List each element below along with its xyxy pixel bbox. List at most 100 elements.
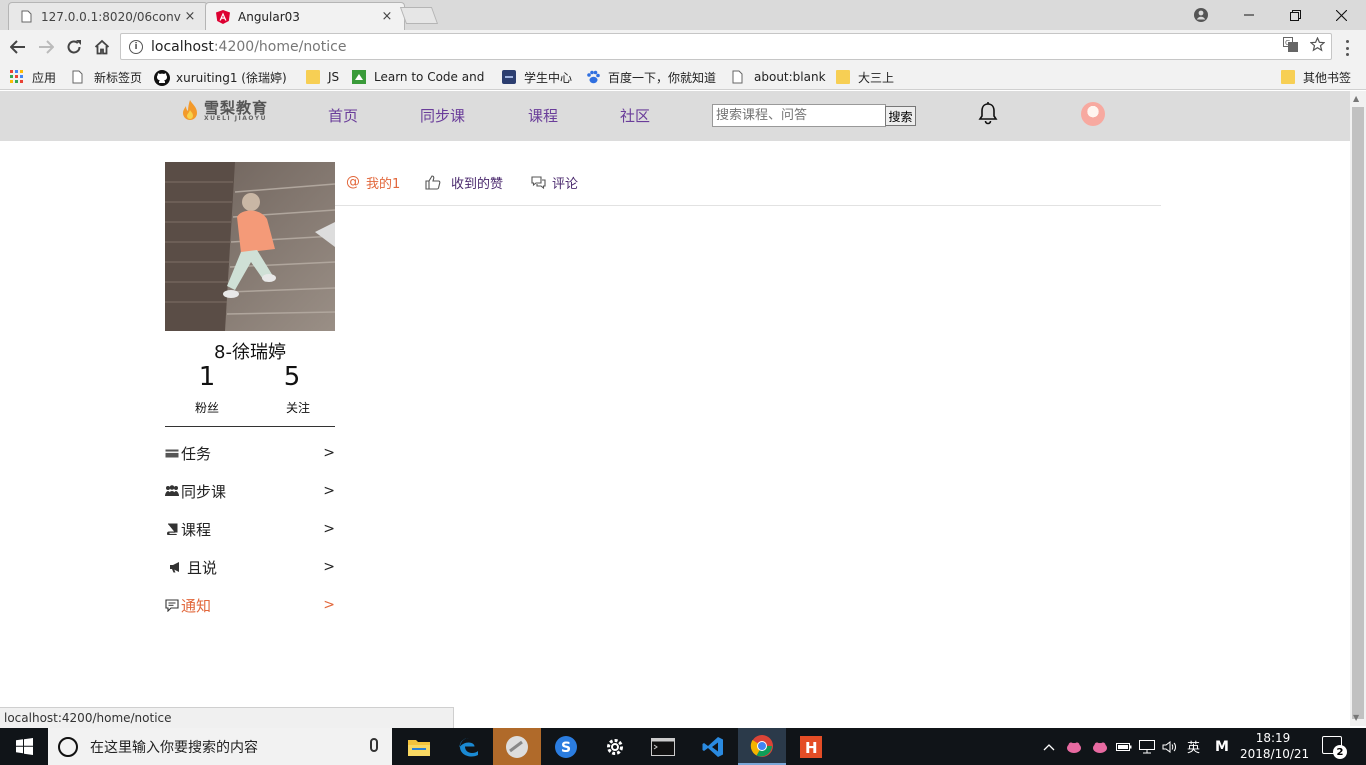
notification-count: 2 [1333,745,1347,759]
user-avatar[interactable] [1081,102,1105,126]
edge-icon[interactable] [445,728,493,765]
close-window-icon[interactable] [1318,0,1364,30]
url-host: localhost [151,38,214,55]
tabs-underline [335,205,1161,206]
bookmark-newtab[interactable]: 新标签页 [72,68,142,86]
ime-mode[interactable]: M [1215,728,1229,765]
hbuilder-icon[interactable]: H [787,728,835,765]
bookmark-baidu[interactable]: 百度一下，你就知道 [586,68,716,86]
terminal-icon[interactable] [639,728,687,765]
bookmark-star-icon[interactable] [1309,36,1326,56]
chrome-menu-icon[interactable] [1340,40,1354,56]
eclipse-icon[interactable] [493,728,541,765]
bookmark-label: 大三上 [858,70,895,85]
scrollbar-thumb[interactable] [1352,107,1364,719]
apps-grid-icon [10,70,24,84]
bookmark-dasanshang[interactable]: 大三上 [836,68,894,86]
freecodecamp-icon [352,70,366,84]
bookmark-apps[interactable]: 应用 [10,68,56,86]
close-tab-icon[interactable]: × [380,9,394,24]
browser-tab-1[interactable]: 127.0.0.1:8020/06conv × [8,2,208,30]
reload-icon[interactable] [62,35,86,59]
bell-icon[interactable] [977,102,999,126]
home-icon[interactable] [90,35,114,59]
sidebar-item-label: 且说 [187,558,218,577]
settings-gear-icon[interactable] [591,728,639,765]
page-scrollbar[interactable]: ▲ ▼ [1350,91,1366,726]
vscode-icon[interactable] [689,728,737,765]
student-icon [502,70,516,84]
nav-courses[interactable]: 课程 [528,105,558,126]
sidebar-item-courses[interactable]: 课程 > [165,517,335,541]
bookmark-freecodecamp[interactable]: Learn to Code and [352,68,484,86]
profile-icon[interactable] [1178,0,1224,30]
action-center-icon[interactable]: 2 [1322,736,1347,759]
bookmark-other[interactable]: 其他书签 [1281,68,1351,86]
restore-icon[interactable] [1272,0,1318,30]
nav-sync-course[interactable]: 同步课 [420,105,465,126]
scroll-down-icon[interactable]: ▼ [1353,713,1359,722]
bookmark-js[interactable]: JS [306,68,339,86]
back-icon[interactable] [6,35,30,59]
chevron-right-icon: > [323,521,335,537]
bookmark-github[interactable]: xuruiting1 (徐瑞婷) [154,68,289,86]
bookmark-label: JS [328,70,340,84]
tab-received-likes[interactable]: 收到的赞 [425,172,503,192]
minimize-icon[interactable] [1226,0,1272,30]
scroll-up-icon[interactable]: ▲ [1353,94,1359,103]
tab-my-mentions[interactable]: @ 我的1 [346,172,400,192]
translate-icon[interactable]: G [1283,37,1298,56]
search-input[interactable] [712,104,886,127]
bookmark-label: Learn to Code and [374,70,484,84]
nav-home[interactable]: 首页 [328,105,358,126]
site-logo[interactable]: 雪梨教育 XUELI JIAOYU [180,99,268,123]
tray-app-icon[interactable] [1092,728,1108,765]
follow-label: 关注 [285,401,310,415]
browser-tab-2[interactable]: Angular03 × [205,2,405,30]
card-icon [165,446,179,460]
sidebar-item-tasks[interactable]: 任务 > [165,441,335,465]
clock-time: 18:19 [1255,731,1291,745]
sogou-icon[interactable]: S [542,728,590,765]
chrome-icon[interactable] [738,728,786,765]
follow-count[interactable]: 5 [272,362,312,392]
bookmark-label: 应用 [32,70,57,85]
show-hidden-icons-chevron-icon[interactable] [1043,728,1055,765]
new-tab-button[interactable] [399,7,439,24]
sidebar-item-sync-course[interactable]: 同步课 > [165,479,335,503]
github-icon [154,70,170,86]
bookmark-about-blank[interactable]: about:blank [732,68,826,86]
bookmark-student[interactable]: 学生中心 [502,68,572,86]
address-bar[interactable]: i localhost:4200/home/notice G [120,33,1332,60]
sidebar-item-qieshuo[interactable]: 且说 > [165,555,335,579]
nav-community[interactable]: 社区 [620,105,650,126]
baidu-paw-icon [586,70,600,84]
tray-app-icon[interactable] [1066,728,1082,765]
microphone-icon[interactable] [370,738,378,752]
windows-start-icon[interactable] [0,728,48,765]
taskbar-search-placeholder: 在这里输入你要搜索的内容 [90,739,258,756]
folder-icon [836,70,850,84]
close-tab-icon[interactable]: × [183,9,197,24]
fans-count[interactable]: 1 [187,362,227,392]
browser-toolbar: i localhost:4200/home/notice G [0,30,1366,64]
search-button[interactable]: 搜索 [885,106,916,126]
info-icon[interactable]: i [129,39,143,54]
chevron-right-icon: > [323,597,335,613]
battery-icon[interactable] [1116,728,1132,765]
sidebar-item-label: 任务 [181,444,212,463]
at-icon: @ [346,174,360,190]
ime-language[interactable]: 英 [1187,728,1200,765]
network-icon[interactable] [1139,728,1155,765]
file-explorer-icon[interactable] [395,728,443,765]
sidebar-item-notice[interactable]: 通知 > [165,593,335,617]
forward-icon[interactable] [34,35,58,59]
profile-photo [165,162,335,331]
tab-comments[interactable]: 评论 [531,172,578,192]
volume-icon[interactable] [1162,728,1178,765]
svg-text:S: S [561,740,571,756]
taskbar-clock[interactable]: 18:19 2018/10/21 [1240,730,1309,762]
taskbar-search[interactable]: 在这里输入你要搜索的内容 [48,728,392,765]
status-bar-url: localhost:4200/home/notice [0,707,454,728]
sidebar-divider [165,426,335,427]
